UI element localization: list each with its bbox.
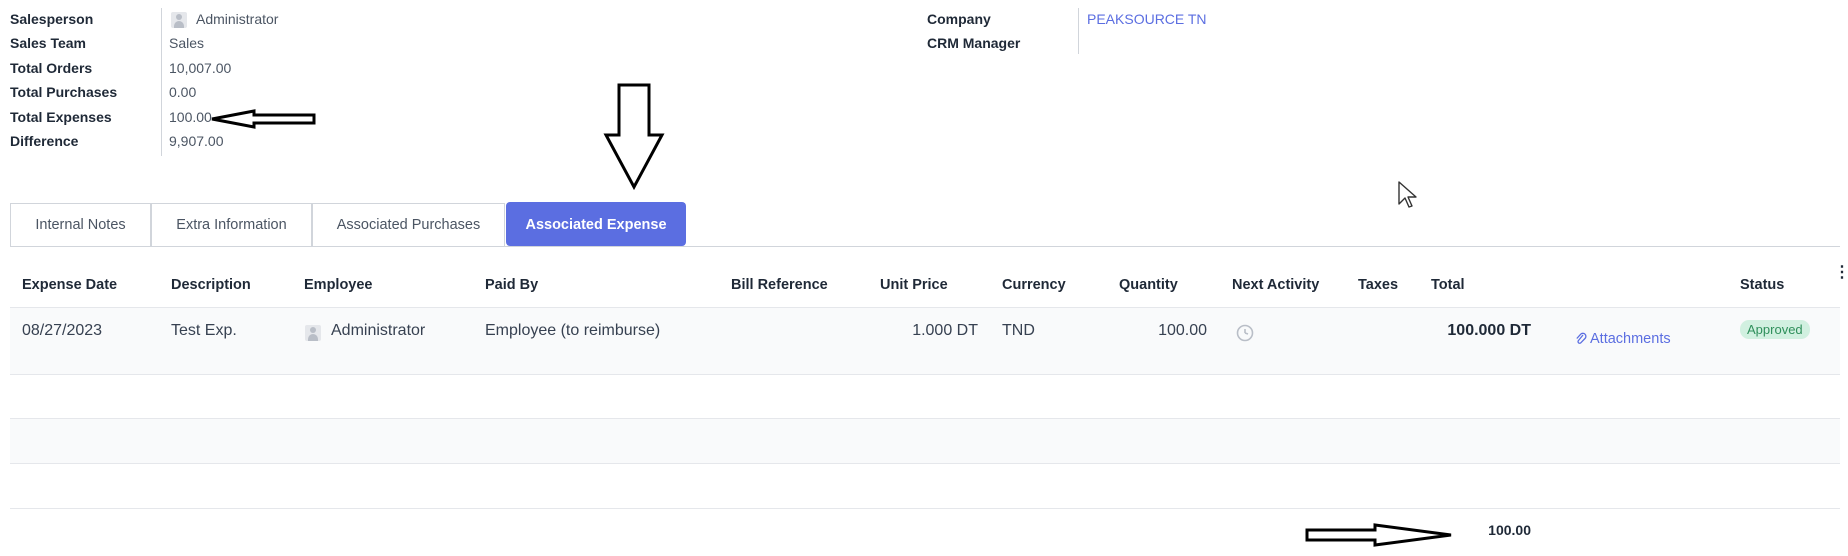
cell-employee: Administrator	[331, 322, 426, 339]
col-bill-reference[interactable]: Bill Reference	[731, 277, 828, 293]
tab-extra-information[interactable]: Extra Information	[151, 203, 312, 246]
cell-paid-by: Employee (to reimburse)	[485, 322, 661, 339]
company-label: Company	[927, 11, 991, 27]
difference-value: 9,907.00	[169, 133, 224, 149]
tab-internal-notes[interactable]: Internal Notes	[10, 203, 151, 246]
salesperson-label: Salesperson	[10, 11, 94, 27]
annotation-arrow-left-icon	[211, 109, 316, 129]
col-currency[interactable]: Currency	[1002, 277, 1066, 293]
column-options-icon[interactable]: ⋮	[1834, 265, 1848, 281]
empty-row	[10, 419, 1840, 463]
sales-team-label: Sales Team	[10, 35, 87, 51]
field-divider-right	[1078, 8, 1079, 54]
cell-total: 100.000 DT	[1447, 322, 1531, 339]
cell-expense-date: 08/27/2023	[22, 322, 103, 339]
status-badge: Approved	[1740, 320, 1810, 339]
total-purchases-label: Total Purchases	[10, 84, 118, 100]
attachments-link[interactable]: Attachments	[1575, 331, 1671, 347]
row-separator	[10, 463, 1840, 464]
activity-clock-icon[interactable]	[1236, 324, 1254, 342]
col-description[interactable]: Description	[171, 277, 251, 293]
col-quantity[interactable]: Quantity	[1119, 277, 1178, 293]
sales-team-value[interactable]: Sales	[169, 35, 204, 51]
tab-associated-purchases[interactable]: Associated Purchases	[312, 203, 505, 246]
tabs-baseline	[10, 246, 1840, 247]
total-expenses-value: 100.00	[169, 109, 212, 125]
company-link[interactable]: PEAKSOURCE TN	[1087, 11, 1207, 27]
col-unit-price[interactable]: Unit Price	[880, 277, 948, 293]
col-employee[interactable]: Employee	[304, 277, 373, 293]
footer-total: 100.00	[1488, 522, 1531, 538]
cell-quantity: 100.00	[1158, 322, 1207, 339]
row-separator	[10, 374, 1840, 375]
difference-label: Difference	[10, 133, 79, 149]
cell-currency: TND	[1002, 322, 1035, 339]
total-orders-label: Total Orders	[10, 60, 93, 76]
total-purchases-value: 0.00	[169, 84, 197, 100]
field-divider	[161, 8, 162, 156]
total-orders-value: 10,007.00	[169, 60, 232, 76]
employee-avatar-icon	[305, 325, 321, 341]
annotation-arrow-down-icon	[603, 83, 665, 191]
col-status[interactable]: Status	[1740, 277, 1784, 293]
total-expenses-label: Total Expenses	[10, 109, 112, 125]
col-next-activity[interactable]: Next Activity	[1232, 277, 1319, 293]
cell-unit-price: 1.000 DT	[912, 322, 978, 339]
salesperson-value[interactable]: Administrator	[196, 11, 278, 27]
tab-associated-expense[interactable]: Associated Expense	[506, 202, 686, 246]
row-separator	[10, 418, 1840, 419]
crm-manager-label: CRM Manager	[927, 35, 1021, 51]
mouse-cursor-icon	[1398, 181, 1417, 208]
col-expense-date[interactable]: Expense Date	[22, 277, 117, 293]
paperclip-icon	[1576, 332, 1587, 344]
col-paid-by[interactable]: Paid By	[485, 277, 538, 293]
row-separator	[10, 508, 1840, 509]
attachments-label: Attachments	[1590, 331, 1671, 347]
col-total[interactable]: Total	[1431, 277, 1465, 293]
col-taxes[interactable]: Taxes	[1358, 277, 1398, 293]
table-row[interactable]	[10, 308, 1840, 374]
user-avatar-icon	[171, 12, 187, 28]
cell-description: Test Exp.	[171, 322, 237, 339]
